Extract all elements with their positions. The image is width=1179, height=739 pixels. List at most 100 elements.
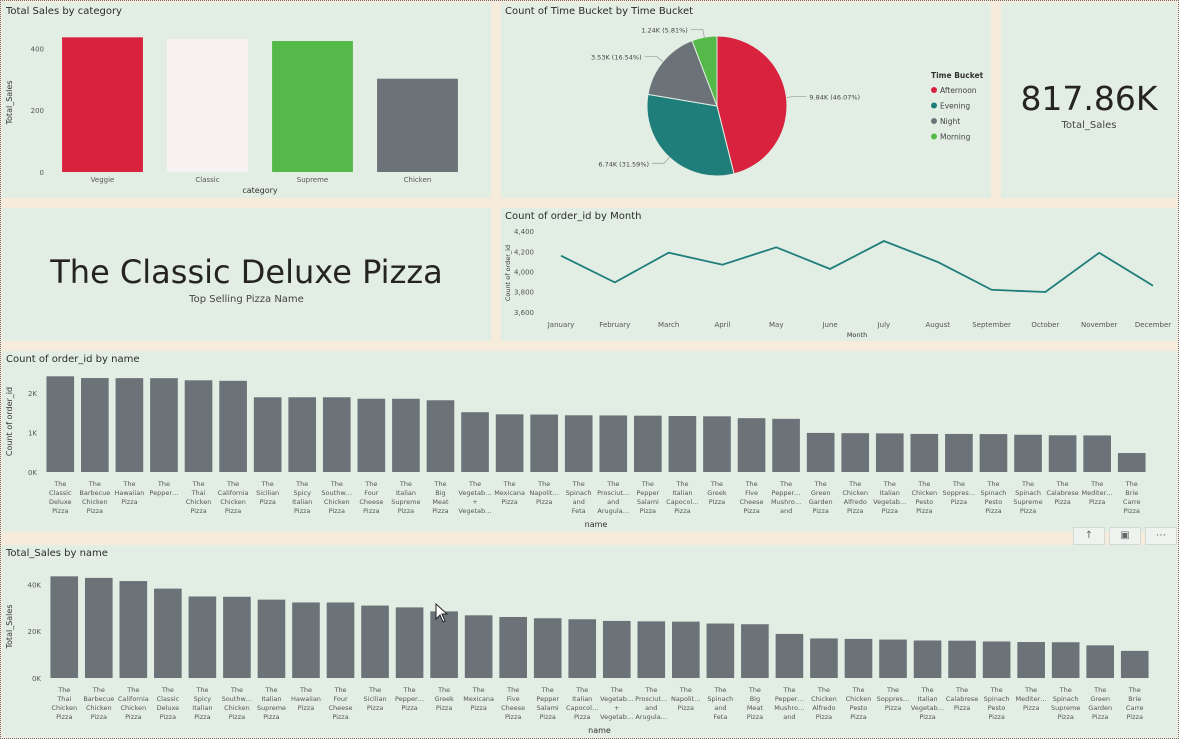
bar	[634, 415, 662, 472]
x-tick-label: The Hawaiian Pizza	[114, 480, 144, 506]
pie-data-label: 1.24K (5.81%)	[641, 26, 688, 34]
y-tick-label: 40K	[28, 581, 42, 589]
x-tick-label: The Pepper… Mushro… and	[771, 480, 801, 515]
legend-title: Time Bucket	[931, 71, 984, 80]
bar	[326, 602, 355, 678]
x-tick-label: The Sicilian Pizza	[364, 686, 387, 712]
bar	[530, 414, 558, 472]
x-tick-label: The Vegetab… + Vegetab…	[600, 686, 633, 721]
x-tick-label: The Classic Deluxe Pizza	[157, 686, 180, 721]
x-tick-label: Supreme	[297, 176, 328, 184]
x-tick-label: September	[972, 321, 1011, 329]
y-axis-title: Count of order_id	[5, 387, 14, 456]
x-tick-label: The Italian Supreme Pizza	[391, 480, 420, 515]
chart-title: Count of order_id by Month	[505, 211, 642, 222]
pie-leader-line	[690, 28, 705, 38]
x-tick-label: May	[769, 321, 783, 329]
bar	[945, 433, 973, 472]
bar	[426, 400, 455, 472]
bar	[806, 432, 835, 472]
pin-icon[interactable]: ↑	[1073, 527, 1105, 545]
x-tick-label: Chicken	[404, 176, 432, 184]
x-tick-label: January	[547, 321, 575, 329]
orders-by-name-visual[interactable]: Count of order_id by name 0K 1K 2K The Class…	[2, 351, 1177, 532]
bar	[875, 433, 904, 472]
pie-data-label: 9.84K (46.07%)	[809, 93, 860, 101]
x-tick-label: The Thai Chicken Pizza	[186, 480, 212, 515]
series-line	[560, 240, 1154, 293]
x-tick-label: The Mediter… Pizza	[1082, 480, 1113, 506]
y-axis-title: Count of order_id	[504, 245, 512, 301]
x-tick-label: The Brie Carre Pizza	[1123, 480, 1141, 515]
x-tick-label: The Green Garden Pizza	[809, 480, 833, 515]
x-tick-label: July	[877, 321, 891, 329]
x-tick-label: The Barbecue Chicken Pizza	[83, 686, 114, 721]
bar	[741, 624, 769, 678]
x-axis-title: Month	[847, 331, 867, 339]
legend-label: Night	[940, 117, 960, 126]
x-tick-label: The Spinach Pesto Pizza	[984, 686, 1010, 721]
orders-by-month-line-chart: 3,600 3,800 4,000 4,200 4,400 January February…	[504, 228, 1171, 339]
orders-by-month-visual[interactable]: Count of order_id by Month 3,600 3,800 4,0…	[501, 208, 1177, 341]
y-tick-label: 0	[40, 169, 44, 177]
x-tick-label: The Green Garden Pizza	[1088, 686, 1112, 721]
top-pizza-card[interactable]: The Classic Deluxe Pizza Top Selling Piz…	[2, 208, 491, 341]
bar	[602, 620, 631, 678]
bar	[668, 415, 697, 472]
focus-mode-icon[interactable]: ▣	[1109, 527, 1141, 545]
total-sales-card[interactable]: 817.86K Total_Sales	[1001, 3, 1177, 198]
x-tick-label: March	[658, 321, 679, 329]
x-tick-label: The Brie Carre Pizza	[1126, 686, 1144, 721]
pie-leader-line	[786, 96, 807, 98]
chart-title: Count of Time Bucket by Time Bucket	[505, 6, 694, 17]
x-tick-label: The Pepper… Pizza	[395, 686, 424, 712]
time-bucket-visual[interactable]: Count of Time Bucket by Time Bucket 9.84…	[501, 3, 991, 198]
sales-by-name-visual[interactable]: Total_Sales by name 0K 20K 40K The Thai Chick…	[2, 545, 1177, 737]
y-tick-label: 4,400	[514, 228, 534, 236]
x-tick-label: The Pepper Salami Pizza	[637, 480, 660, 515]
bar	[119, 581, 148, 678]
bar	[910, 433, 939, 472]
bar	[1014, 434, 1042, 472]
bar	[1120, 650, 1149, 678]
mouse-cursor-icon	[435, 603, 449, 623]
bar	[772, 418, 800, 472]
y-tick-label: 3,600	[514, 309, 534, 317]
more-options-icon[interactable]: ⋯	[1145, 527, 1177, 545]
chart-title: Total Sales by category	[6, 6, 122, 17]
bar	[395, 607, 424, 678]
y-tick-label: 1K	[28, 429, 37, 437]
sales-by-category-visual[interactable]: Total Sales by category 0 200 400 Veggie Cla…	[2, 3, 491, 198]
x-tick-label: The Vegetab… + Vegetab…	[458, 480, 491, 515]
x-tick-label: The Napolit… Pizza	[529, 480, 559, 506]
x-tick-label: October	[1031, 321, 1059, 329]
x-tick-label: The Big Meat Pizza	[747, 686, 764, 721]
x-tick-label: The Chicken Alfredo Pizza	[842, 480, 868, 515]
bar	[841, 433, 870, 472]
x-tick-label: The Four Cheese Pizza	[359, 480, 383, 515]
bar	[599, 415, 628, 472]
bar	[810, 638, 838, 678]
legend-marker	[931, 133, 937, 140]
x-tick-label: June	[821, 321, 837, 329]
x-tick-label: The Five Cheese Pizza	[740, 480, 764, 515]
orders-by-name-bar-chart: 0K 1K 2K The Classic Deluxe Pizza The Barbecue Ch…	[5, 376, 1146, 529]
bar	[844, 638, 873, 678]
x-tick-label: The Prosciut… and Arugula…	[597, 480, 629, 515]
bar	[737, 418, 766, 472]
x-tick-label: The Spicy Italian Pizza	[192, 686, 212, 721]
x-tick-label: The Italian Capocol… Pizza	[566, 686, 598, 721]
y-tick-label: 3,800	[514, 289, 534, 297]
kpi-label: Total_Sales	[1061, 120, 1117, 131]
bar	[188, 596, 217, 678]
x-tick-label: The Chicken Pesto Pizza	[846, 686, 872, 721]
bar	[292, 602, 320, 678]
bar	[703, 416, 731, 472]
bar	[257, 599, 286, 678]
top-pizza-value: The Classic Deluxe Pizza	[50, 253, 443, 291]
bar	[1051, 642, 1080, 678]
bar	[154, 588, 182, 678]
x-tick-label: The Pepper Salami Pizza	[536, 686, 559, 721]
x-axis-title: name	[585, 520, 608, 529]
bar	[1086, 645, 1115, 678]
